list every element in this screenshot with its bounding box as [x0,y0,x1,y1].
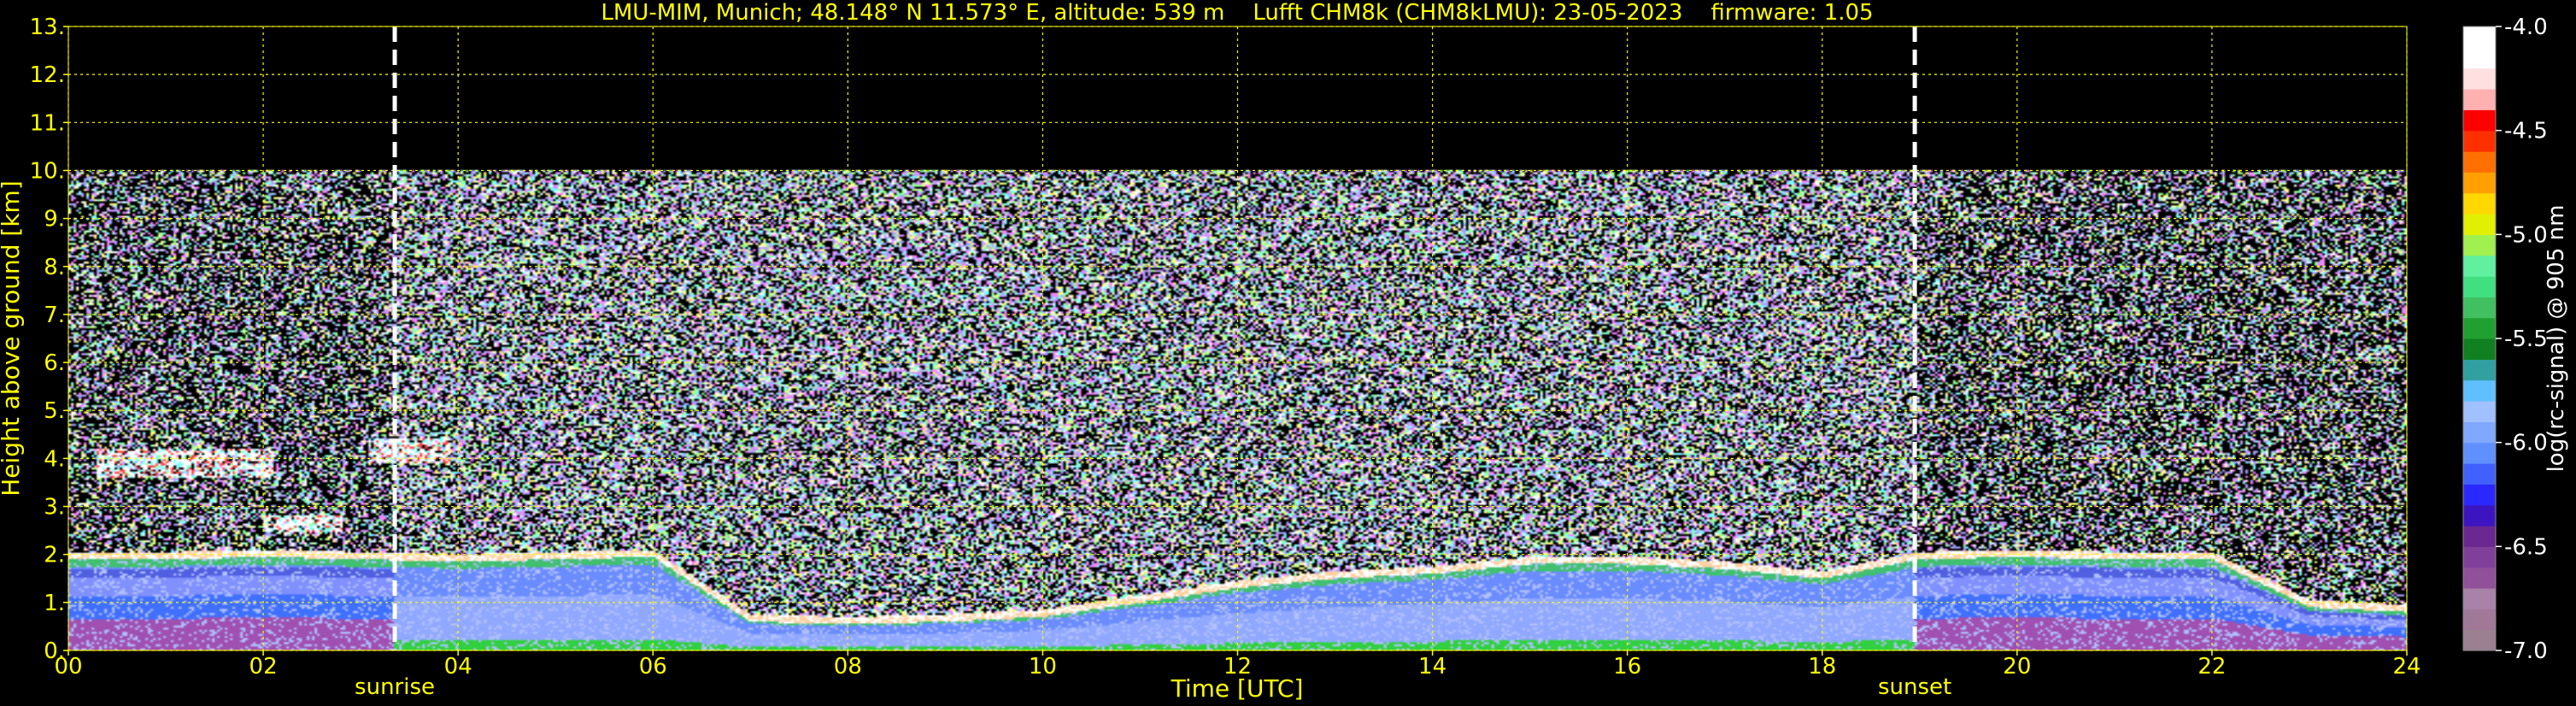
x-tick-label: 24 [2392,654,2421,680]
x-tick-label: 18 [1808,654,1836,680]
colorbar-segment [2463,172,2496,194]
x-axis-label: Time [UTC] [1171,674,1304,703]
colorbar-segment [2463,47,2496,69]
colorbar-segment [2463,463,2496,485]
colorbar-tick-label: -7.0 [2504,638,2548,664]
colorbar-segment [2463,442,2496,464]
colorbar-tick-label: -4.5 [2504,119,2548,144]
colorbar-segment [2463,130,2496,152]
y-tick-label: 5. [44,398,65,424]
x-tick-label: 10 [1029,654,1057,680]
y-tick-label: 13. [30,15,65,40]
plot-area [67,26,2408,651]
colorbar-segment [2463,276,2496,297]
colorbar-label: log(rc-signal) @ 905 nm [2544,205,2569,473]
x-tick-label: 20 [2003,654,2031,680]
colorbar-segment [2463,317,2496,339]
colorbar-segment [2463,338,2496,360]
x-tick-label: 02 [249,654,278,680]
colorbar-segment [2463,629,2496,651]
x-tick-label: 06 [639,654,667,680]
x-tick-label: 22 [2198,654,2226,680]
y-tick-label: 12. [30,62,65,88]
y-tick-label: 11. [30,110,65,136]
colorbar-tick-label: -6.5 [2504,534,2548,560]
colorbar-tick-label: -6.0 [2504,431,2548,456]
colorbar-segment [2463,109,2496,132]
y-tick-label: 3. [44,495,65,521]
colorbar-segment [2463,68,2496,90]
colorbar-segment [2463,359,2496,381]
colorbar-segment [2463,484,2496,506]
y-tick-label: 9. [44,207,65,232]
x-tick-label: 08 [834,654,862,680]
colorbar [2462,26,2497,651]
ceilometer-chart: LMU-MIM, Munich; 48.148° N 11.573° E, al… [0,0,2576,706]
colorbar-segment [2463,297,2496,319]
x-tick-label: 14 [1418,654,1446,680]
colorbar-segment [2463,588,2496,609]
colorbar-segment [2463,609,2496,631]
y-tick-label: 4. [44,446,65,472]
colorbar-segment [2463,214,2496,235]
colorbar-segment [2463,192,2496,215]
y-tick-label: 8. [44,255,65,280]
colorbar-segment [2463,89,2496,110]
sunset-label: sunset [1878,674,1951,700]
y-tick-label: 7. [44,303,65,328]
y-tick-label: 10. [30,158,65,184]
y-tick-label: 2. [44,543,65,568]
colorbar-segment [2463,546,2496,568]
y-tick-label: 1. [44,591,65,616]
colorbar-segment [2463,526,2496,547]
y-tick-label: 6. [44,350,65,376]
sunrise-label: sunrise [355,674,435,700]
colorbar-tick-label: -5.5 [2504,327,2548,352]
colorbar-tick-label: -4.0 [2504,15,2548,40]
colorbar-segment [2463,26,2496,48]
colorbar-segment [2463,255,2496,277]
colorbar-segment [2463,421,2496,444]
x-tick-label: 04 [444,654,472,680]
colorbar-segment [2463,567,2496,589]
colorbar-segment [2463,401,2496,422]
colorbar-segment [2463,504,2496,527]
chart-title: LMU-MIM, Munich; 48.148° N 11.573° E, al… [601,0,1873,26]
y-tick-label: 0. [44,638,65,664]
colorbar-tick-label: -5.0 [2504,222,2548,248]
colorbar-segment [2463,234,2496,256]
colorbar-segment [2463,379,2496,402]
y-axis-label: Height above ground [km] [0,180,25,497]
x-tick-label: 16 [1613,654,1641,680]
colorbar-segment [2463,151,2496,173]
